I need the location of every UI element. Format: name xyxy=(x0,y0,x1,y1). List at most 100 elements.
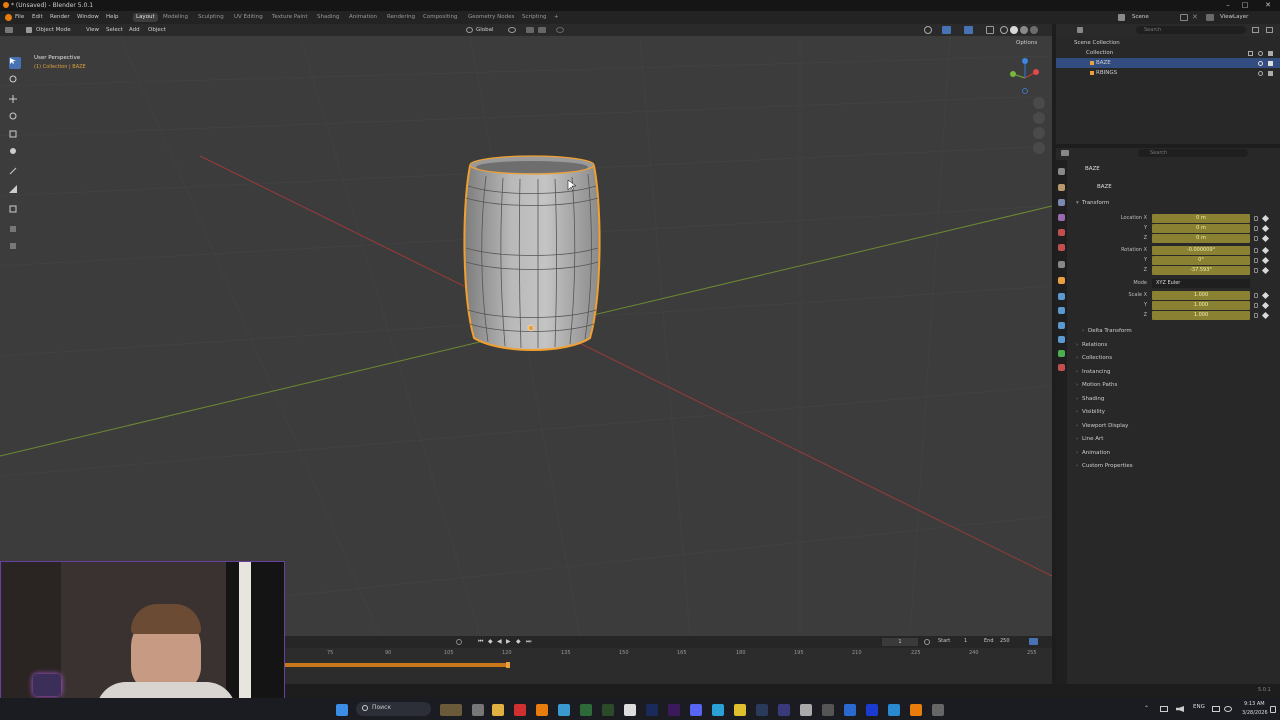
lock-icon[interactable] xyxy=(1254,303,1258,308)
close-button[interactable]: ✕ xyxy=(1258,0,1278,11)
tab-compositing[interactable]: Compositing xyxy=(420,13,460,22)
move-tool[interactable] xyxy=(9,95,21,107)
particles-tab-icon[interactable] xyxy=(1058,307,1065,314)
menu-file[interactable]: File xyxy=(15,11,24,24)
add-cube-tool[interactable] xyxy=(9,205,21,217)
file-explorer-icon[interactable] xyxy=(492,704,504,716)
menu-help[interactable]: Help xyxy=(106,11,119,24)
object-tab-icon[interactable] xyxy=(1058,277,1065,284)
shading-material-icon[interactable] xyxy=(1020,26,1028,34)
xray-toggle-icon[interactable] xyxy=(986,26,994,34)
app-icon-blue[interactable] xyxy=(844,704,856,716)
new-collection-icon[interactable] xyxy=(1266,27,1273,33)
tab-layout[interactable]: Layout xyxy=(133,13,158,22)
barrel-object[interactable] xyxy=(463,155,601,351)
shading-panel[interactable]: › Shading xyxy=(1076,396,1104,402)
timeline-body[interactable]: 75 90 105 120 135 150 165 180 195 210 22… xyxy=(284,648,1052,684)
blender-taskbar-icon[interactable] xyxy=(536,704,548,716)
app-icon-m[interactable] xyxy=(558,704,570,716)
gizmo-toggle-icon[interactable] xyxy=(942,26,951,34)
tool-extra-1[interactable] xyxy=(9,225,21,237)
tab-animation[interactable]: Animation xyxy=(346,13,380,22)
outliner-row[interactable]: Scene Collection xyxy=(1056,38,1280,48)
pan-hand-icon[interactable] xyxy=(1033,112,1045,124)
tab-uv-editing[interactable]: UV Editing xyxy=(231,13,266,22)
rotation-mode-select[interactable]: XYZ Euler xyxy=(1152,279,1250,288)
clock-time[interactable]: 9:13 AM xyxy=(1244,701,1265,707)
camera-icon[interactable] xyxy=(1268,51,1273,56)
rotation-z-field[interactable]: -37.593° xyxy=(1152,266,1250,275)
tool-tab-icon[interactable] xyxy=(1058,168,1065,175)
maximize-button[interactable]: □ xyxy=(1235,0,1255,11)
visibility-eye-icon[interactable] xyxy=(924,26,932,34)
output-tab-icon[interactable] xyxy=(1058,199,1065,206)
play-icon[interactable]: ▶ xyxy=(506,638,511,645)
mode-selector[interactable]: Object Mode xyxy=(36,24,71,36)
delete-scene-icon[interactable]: ✕ xyxy=(1192,14,1199,21)
camera-icon[interactable] xyxy=(1268,61,1273,66)
current-frame-field[interactable]: 1 xyxy=(882,638,918,646)
lock-icon[interactable] xyxy=(1254,226,1258,231)
menu-select[interactable]: Select xyxy=(106,24,123,36)
visibility-panel[interactable]: › Visibility xyxy=(1076,409,1105,415)
lock-icon[interactable] xyxy=(1254,258,1258,263)
physics-tab-icon[interactable] xyxy=(1058,322,1065,329)
end-field[interactable]: 250 xyxy=(1000,638,1010,644)
tab-shading[interactable]: Shading xyxy=(314,13,342,22)
snap-icon[interactable] xyxy=(526,27,534,33)
select-box-tool[interactable] xyxy=(9,57,21,69)
menu-edit[interactable]: Edit xyxy=(32,11,43,24)
widget-icon[interactable] xyxy=(440,704,462,716)
location-x-field[interactable]: 0 m xyxy=(1152,214,1250,223)
constraints-tab-icon[interactable] xyxy=(1058,336,1065,343)
play-reverse-icon[interactable]: ◀ xyxy=(497,638,502,645)
jump-keyframe-back-icon[interactable]: ◆ xyxy=(488,638,493,645)
annotate-tool[interactable] xyxy=(9,167,21,179)
animation-panel[interactable]: › Animation xyxy=(1076,450,1110,456)
delta-transform-subpanel[interactable]: › Delta Transform xyxy=(1082,328,1132,334)
outliner-row-selected[interactable]: BAZE xyxy=(1056,58,1280,68)
outliner-search-input[interactable]: Search xyxy=(1136,26,1246,34)
task-view-icon[interactable] xyxy=(472,704,484,716)
viewport-display-panel[interactable]: › Viewport Display xyxy=(1076,423,1128,429)
frame-range-bar[interactable] xyxy=(284,663,509,667)
chrome-icon[interactable] xyxy=(734,704,746,716)
relations-panel[interactable]: › Relations xyxy=(1076,342,1107,348)
overlays-toggle-icon[interactable] xyxy=(964,26,973,34)
scale-y-field[interactable]: 1.000 xyxy=(1152,301,1250,310)
scale-x-field[interactable]: 1.000 xyxy=(1152,291,1250,300)
scale-z-field[interactable]: 1.000 xyxy=(1152,311,1250,320)
cursor-tool[interactable] xyxy=(9,75,21,87)
view-layer-tab-icon[interactable] xyxy=(1058,214,1065,221)
data-tab-icon[interactable] xyxy=(1058,350,1065,357)
discord-icon[interactable] xyxy=(690,704,702,716)
shading-rendered-icon[interactable] xyxy=(1030,26,1038,34)
jump-keyframe-forward-icon[interactable]: ◆ xyxy=(516,638,521,645)
rotation-y-field[interactable]: 0° xyxy=(1152,256,1250,265)
clock-date[interactable]: 3/28/2026 xyxy=(1242,710,1268,716)
start-field[interactable]: 1 xyxy=(964,638,967,644)
add-workspace-button[interactable]: + xyxy=(551,13,562,22)
language-indicator[interactable]: ENG xyxy=(1193,704,1205,710)
menu-view[interactable]: View xyxy=(86,24,99,36)
windows-start-icon[interactable] xyxy=(336,704,348,716)
menu-add[interactable]: Add xyxy=(129,24,140,36)
location-z-field[interactable]: 0 m xyxy=(1152,234,1250,243)
network-icon[interactable] xyxy=(1160,706,1168,712)
app-icon-play[interactable] xyxy=(866,704,878,716)
app-icon-white[interactable] xyxy=(624,704,636,716)
data-name-field[interactable]: BAZE xyxy=(1097,184,1112,190)
collection-tab-icon[interactable] xyxy=(1058,261,1065,268)
properties-editor-icon[interactable] xyxy=(1061,150,1069,156)
tab-geometry-nodes[interactable]: Geometry Nodes xyxy=(465,13,517,22)
auto-keying-icon[interactable] xyxy=(456,639,462,645)
app-icon-cmd[interactable] xyxy=(822,704,834,716)
scale-tool[interactable] xyxy=(9,130,21,142)
notification-icon[interactable] xyxy=(1270,706,1276,713)
view-layer-selector[interactable]: ViewLayer xyxy=(1220,11,1248,24)
filter-icon[interactable] xyxy=(1252,27,1259,33)
monitor-icon[interactable] xyxy=(1212,706,1220,712)
eye-icon[interactable] xyxy=(1258,71,1263,76)
menu-object[interactable]: Object xyxy=(148,24,166,36)
photoshop-icon[interactable] xyxy=(646,704,658,716)
